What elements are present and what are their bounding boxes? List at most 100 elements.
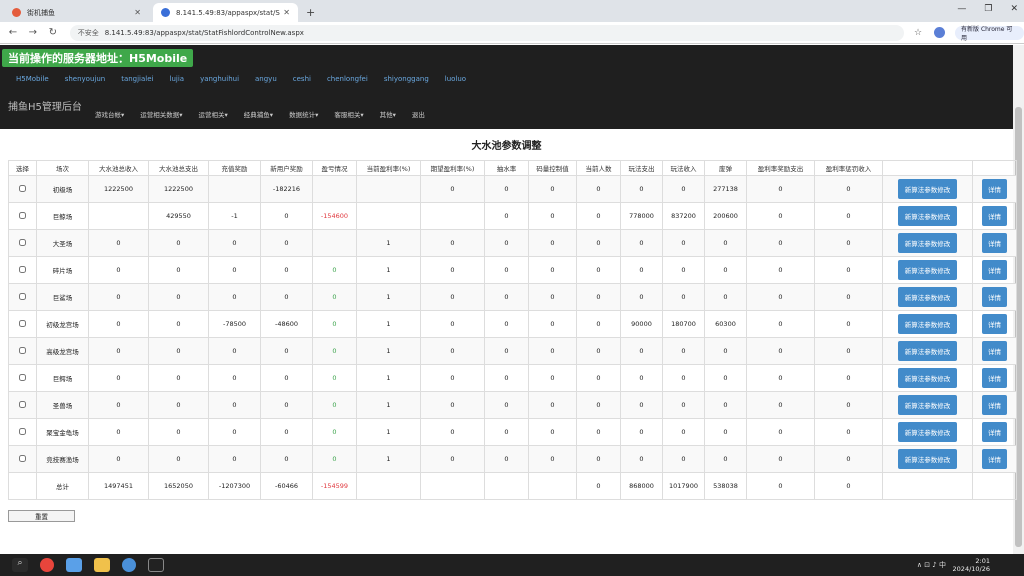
- table-cell: 0: [620, 418, 663, 446]
- detail-button[interactable]: 详情: [982, 314, 1007, 334]
- server-link[interactable]: shiyonggang: [384, 75, 429, 83]
- menu-item-logout[interactable]: 退出: [412, 109, 425, 119]
- profile-avatar[interactable]: [934, 27, 946, 38]
- row-checkbox[interactable]: [19, 427, 26, 435]
- table-cell: 0: [148, 229, 209, 257]
- detail-button[interactable]: 详情: [982, 422, 1007, 442]
- room-name: 巨鲸场: [36, 202, 89, 230]
- close-icon[interactable]: ✕: [134, 8, 141, 17]
- table-cell: 0: [620, 445, 663, 473]
- edit-params-button[interactable]: 新算法参数修改: [897, 179, 958, 199]
- maximize-icon[interactable]: ❐: [984, 4, 992, 14]
- server-link[interactable]: yanghuihui: [200, 75, 239, 83]
- row-checkbox[interactable]: [19, 319, 26, 327]
- search-icon[interactable]: ⌕: [12, 558, 28, 572]
- server-link[interactable]: ceshi: [293, 75, 311, 83]
- edit-params-button[interactable]: 新算法参数修改: [897, 260, 958, 280]
- server-link[interactable]: lujia: [170, 75, 185, 83]
- edit-params-button[interactable]: 新算法参数修改: [897, 314, 958, 334]
- browser-tab[interactable]: 街机捕鱼 ✕: [4, 3, 149, 22]
- edit-params-button[interactable]: 新算法参数修改: [897, 449, 958, 469]
- edit-params-button[interactable]: 新算法参数修改: [897, 233, 958, 253]
- server-link[interactable]: shenyoujun: [65, 75, 106, 83]
- menu-item[interactable]: 客服相关▾: [334, 109, 363, 119]
- server-link[interactable]: chenlongfei: [327, 75, 368, 83]
- total-cell: 1497451: [88, 472, 149, 500]
- row-checkbox[interactable]: [19, 346, 26, 354]
- reset-button[interactable]: 重置: [8, 510, 75, 522]
- browser-icon[interactable]: [122, 558, 136, 572]
- column-header: 玩法收入: [662, 160, 705, 176]
- table-cell: 0: [420, 256, 485, 284]
- detail-button[interactable]: 详情: [982, 287, 1007, 307]
- close-window-icon[interactable]: ✕: [1010, 4, 1018, 14]
- table-cell: 0: [208, 445, 261, 473]
- detail-button[interactable]: 详情: [982, 449, 1007, 469]
- edit-params-button[interactable]: 新算法参数修改: [897, 206, 958, 226]
- detail-button[interactable]: 详情: [982, 179, 1007, 199]
- edit-params-button[interactable]: 新算法参数修改: [897, 287, 958, 307]
- bookmark-star-icon[interactable]: ☆: [914, 28, 922, 38]
- folder-icon[interactable]: [94, 558, 110, 572]
- back-icon[interactable]: ←: [6, 27, 20, 38]
- detail-button[interactable]: 详情: [982, 206, 1007, 226]
- chrome-icon[interactable]: [40, 558, 54, 572]
- menu-item[interactable]: 数据统计▾: [289, 109, 318, 119]
- edit-params-button[interactable]: 新算法参数修改: [897, 395, 958, 415]
- row-checkbox[interactable]: [19, 238, 26, 246]
- room-name: 初级龙宫场: [36, 310, 89, 338]
- total-cell: [528, 472, 577, 500]
- table-cell: 0: [420, 445, 485, 473]
- edit-params-button[interactable]: 新算法参数修改: [897, 422, 958, 442]
- edit-params-button[interactable]: 新算法参数修改: [897, 341, 958, 361]
- menu-item[interactable]: 运营相关▾: [199, 109, 228, 119]
- table-cell: 0: [814, 202, 883, 230]
- edit-params-button[interactable]: 新算法参数修改: [897, 368, 958, 388]
- table-cell: -182216: [260, 175, 313, 203]
- column-header: 新用户奖励: [260, 160, 313, 176]
- detail-button[interactable]: 详情: [982, 368, 1007, 388]
- table-row: 巨鲸场 429550 -1 0 -154600 0 0 0 778000 837200 200600…: [8, 202, 1017, 230]
- clock[interactable]: 2:01 2024/10/26: [953, 557, 990, 573]
- menu-item[interactable]: 其他▾: [380, 109, 396, 119]
- detail-button[interactable]: 详情: [982, 233, 1007, 253]
- detail-button[interactable]: 详情: [982, 260, 1007, 280]
- row-checkbox[interactable]: [19, 211, 26, 219]
- tray-icons[interactable]: ∧ ⊡ ♪ 中: [917, 560, 946, 570]
- url-field[interactable]: 不安全 8.141.5.49:83/appaspx/stat/StatFishl…: [69, 24, 905, 41]
- menu-item[interactable]: 经典捕鱼▾: [244, 109, 273, 119]
- reload-icon[interactable]: ↻: [46, 27, 60, 38]
- browser-tab-active[interactable]: 8.141.5.49:83/appaspx/stat/S ✕: [153, 3, 298, 22]
- detail-button[interactable]: 详情: [982, 341, 1007, 361]
- table-cell: [420, 202, 485, 230]
- browser-tab-bar: 街机捕鱼 ✕ 8.141.5.49:83/appaspx/stat/S ✕ + — ❐…: [0, 0, 1024, 22]
- row-checkbox[interactable]: [19, 265, 26, 273]
- menu-item[interactable]: 运营相关数据▾: [140, 109, 182, 119]
- table-cell: 0: [814, 175, 883, 203]
- server-link[interactable]: angyu: [255, 75, 277, 83]
- row-checkbox[interactable]: [19, 454, 26, 462]
- table-cell: 1222500: [148, 175, 209, 203]
- row-checkbox[interactable]: [19, 184, 26, 192]
- qq-icon[interactable]: [148, 558, 164, 572]
- table-cell: 0: [620, 283, 663, 311]
- app-icon[interactable]: [66, 558, 82, 572]
- row-checkbox[interactable]: [19, 373, 26, 381]
- server-link[interactable]: luoluo: [445, 75, 466, 83]
- detail-button[interactable]: 详情: [982, 395, 1007, 415]
- new-tab-icon[interactable]: +: [306, 6, 315, 19]
- table-cell: 0: [576, 418, 621, 446]
- table-cell: 0: [88, 256, 149, 284]
- forward-icon[interactable]: →: [26, 27, 40, 38]
- server-link[interactable]: H5Mobile: [16, 75, 49, 83]
- minimize-icon[interactable]: —: [957, 4, 966, 14]
- chrome-update-button[interactable]: 有新版 Chrome 可用: [955, 25, 1024, 42]
- row-checkbox[interactable]: [19, 400, 26, 408]
- total-cell: 0: [576, 472, 621, 500]
- close-icon[interactable]: ✕: [283, 8, 290, 17]
- server-link[interactable]: tangjialei: [121, 75, 153, 83]
- table-cell: 0: [260, 256, 313, 284]
- row-checkbox[interactable]: [19, 292, 26, 300]
- table-cell: 0: [260, 202, 313, 230]
- menu-item[interactable]: 游戏台帐▾: [95, 109, 124, 119]
